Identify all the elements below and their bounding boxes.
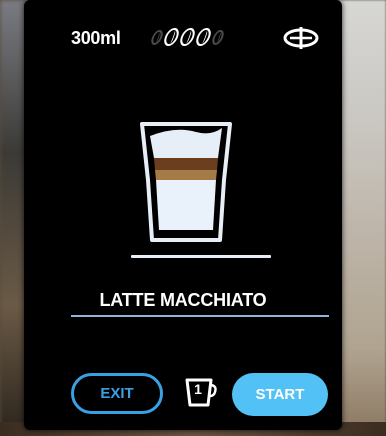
coffee-bean-icon xyxy=(177,28,198,46)
start-button[interactable]: START xyxy=(232,373,328,416)
coffee-machine-display: 300ml LATTE MACCHIATO EXIT 1 START xyxy=(24,0,342,430)
coffee-bean-icon xyxy=(149,29,165,45)
drink-name: LATTE MACCHIATO xyxy=(99,290,267,310)
status-bar: 300ml xyxy=(24,22,342,56)
coffee-bean-icon xyxy=(210,29,226,45)
latte-glass-icon xyxy=(140,122,232,242)
volume-label[interactable]: 300ml xyxy=(71,28,121,49)
coffee-bean-icon xyxy=(193,28,214,46)
exit-button[interactable]: EXIT xyxy=(71,373,163,414)
divider xyxy=(71,315,329,317)
cup-count-label: 1 xyxy=(194,381,202,397)
drink-options-icon[interactable] xyxy=(282,26,320,50)
cup-count-selector[interactable]: 1 xyxy=(184,377,218,409)
glass-base-line xyxy=(131,255,271,258)
background-right xyxy=(338,0,386,436)
strength-indicator[interactable] xyxy=(149,28,226,46)
coffee-bean-icon xyxy=(161,28,182,46)
